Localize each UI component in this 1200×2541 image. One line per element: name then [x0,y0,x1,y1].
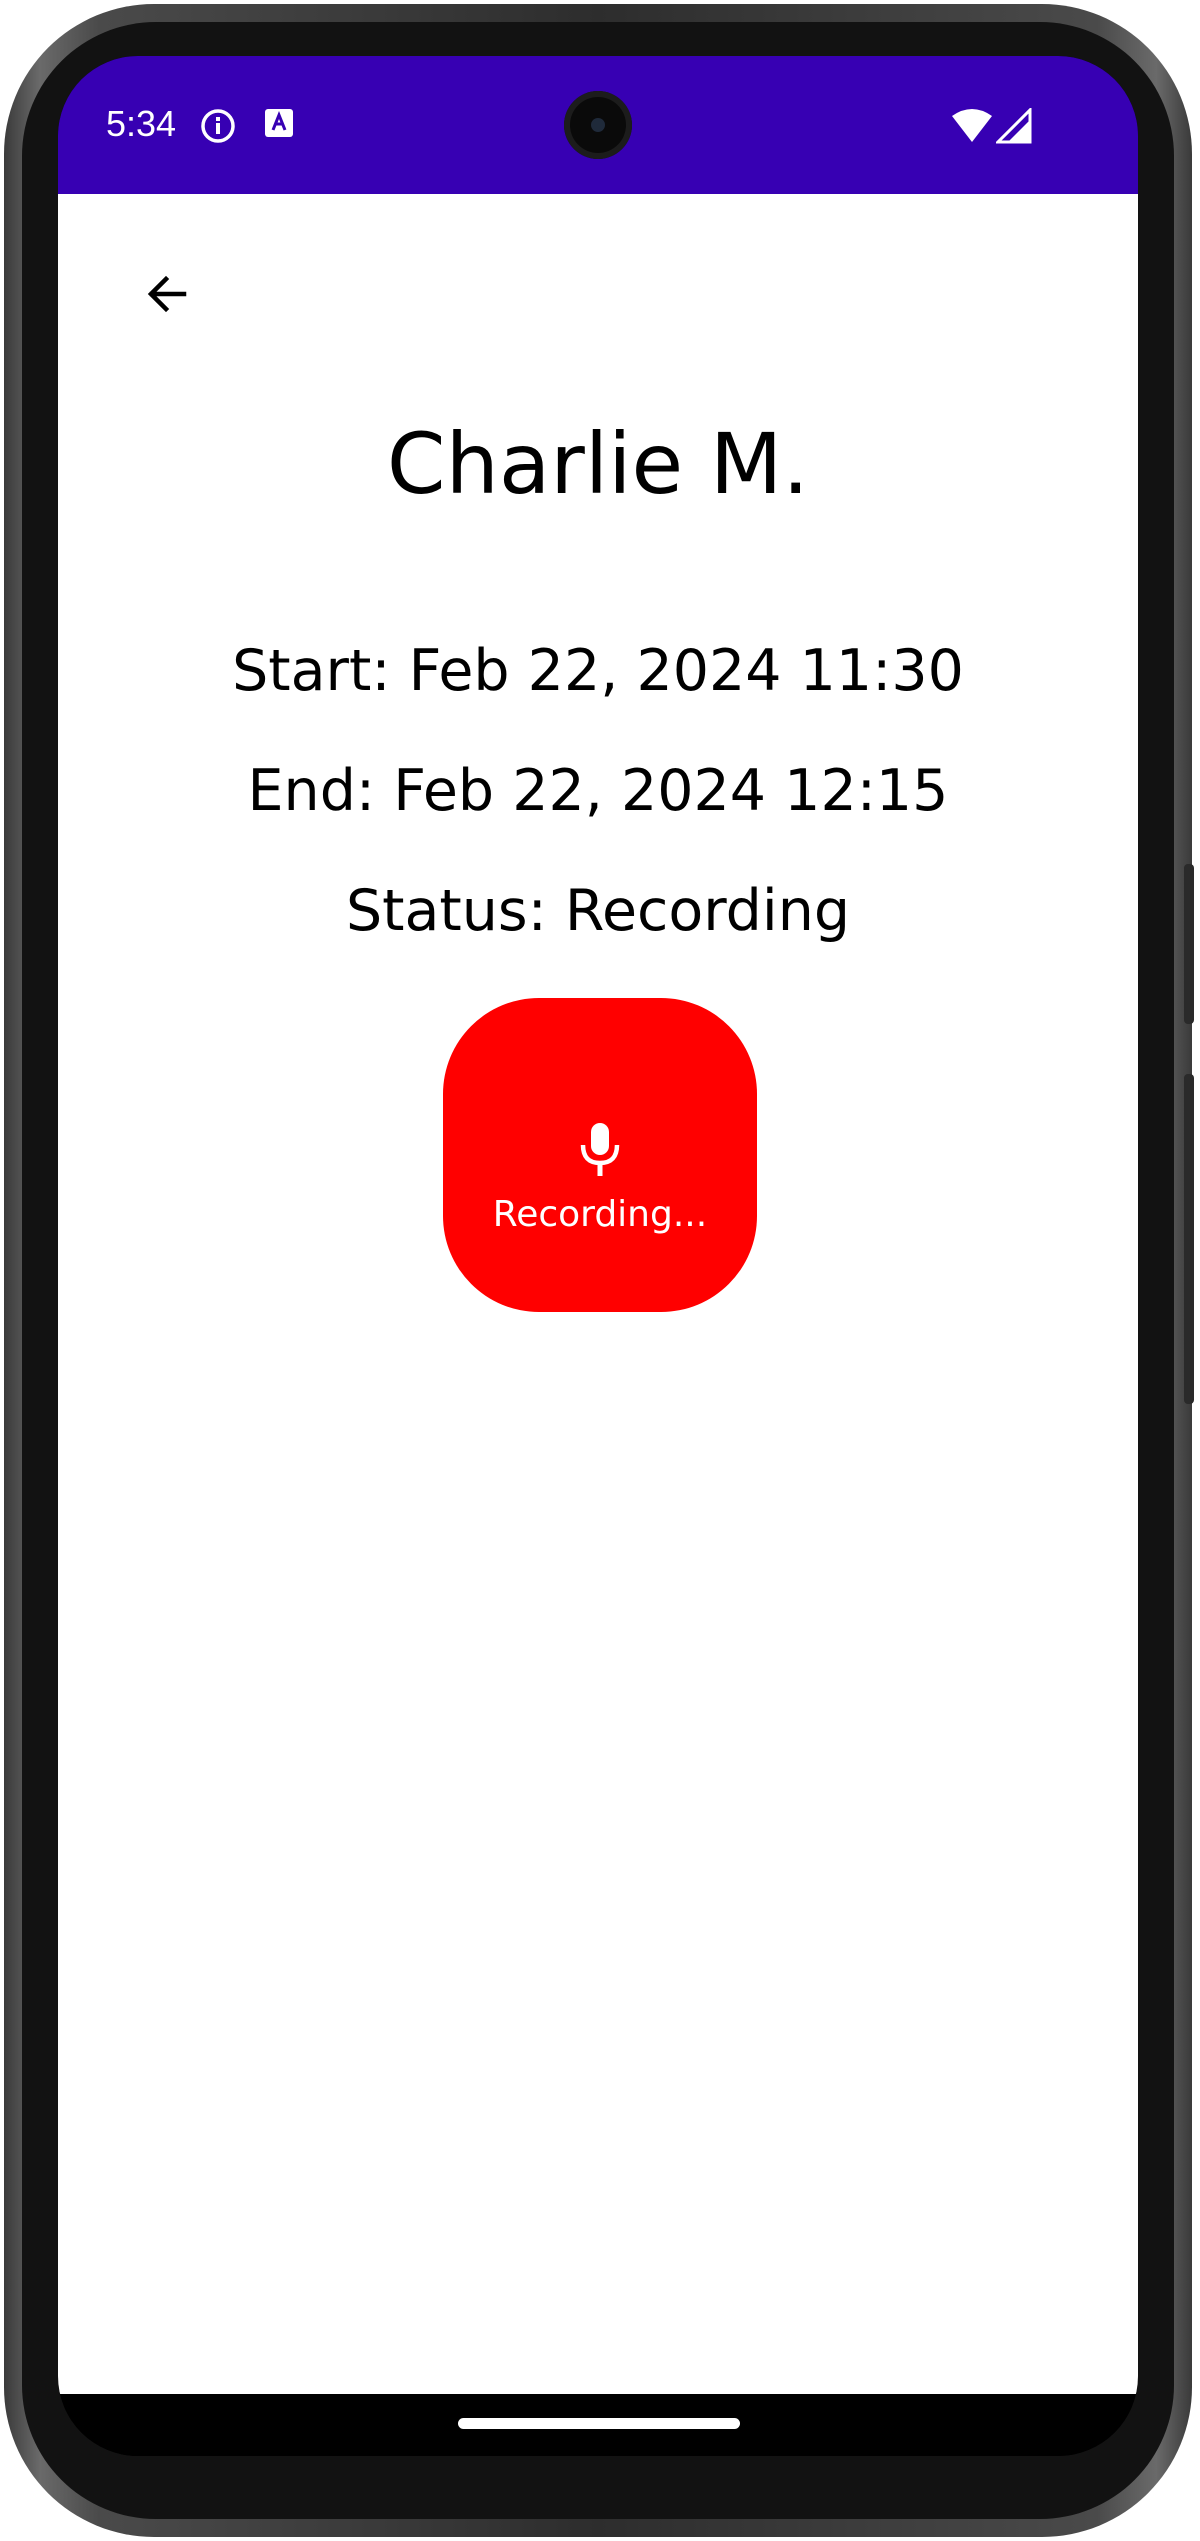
phone-screen: 5:34 Charlie M. Start: Feb 22, 2024 11:3… [58,56,1138,2456]
record-button-label: Recording... [492,1194,708,1235]
start-time: Start: Feb 22, 2024 11:30 [232,638,964,704]
volume-button [1184,1074,1194,1404]
status-time: 5:34 [106,103,177,144]
record-button[interactable]: Recording... [443,998,757,1312]
microphone-icon [580,1123,620,1177]
power-button [1184,864,1194,1024]
navigation-bar [58,2394,1138,2456]
wifi-icon [950,108,994,144]
home-indicator[interactable] [458,2418,740,2429]
arrow-left-icon [144,270,192,323]
back-button[interactable] [126,254,210,338]
end-time: End: Feb 22, 2024 12:15 [247,758,949,824]
status-text: Status: Recording [345,878,851,944]
app-content: Charlie M. Start: Feb 22, 2024 11:30 End… [58,194,1138,2394]
status-bar: 5:34 [58,56,1138,194]
text-accessibility-icon [264,108,300,144]
front-camera [564,91,632,159]
info-icon [200,108,236,144]
cellular-signal-icon [994,106,1032,144]
contact-name: Charlie M. [386,415,810,513]
